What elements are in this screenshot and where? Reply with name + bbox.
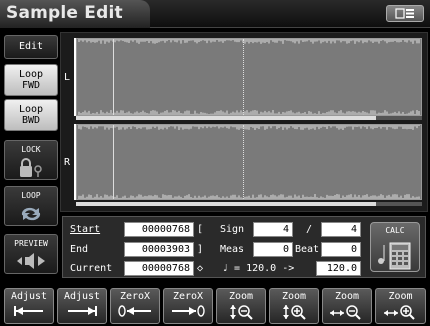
center-dotted-line-right [243, 125, 244, 199]
f6-label: Zoom [281, 291, 307, 302]
loop-button[interactable]: LOOP [4, 186, 58, 226]
lock-label: LOCK [21, 145, 41, 154]
loop-fwd-button[interactable]: Loop FWD [4, 64, 58, 96]
zoom-vertical-in-icon [283, 305, 306, 320]
waveform-right[interactable] [76, 124, 422, 200]
scrollbar-thumb-left[interactable] [76, 116, 376, 120]
calc-button[interactable]: CALC [370, 222, 420, 272]
edit-label: Edit [18, 41, 44, 52]
meas-label: Meas [220, 244, 245, 255]
menu-icon [395, 8, 414, 19]
channel-label-left: L [64, 72, 71, 83]
meas-field[interactable]: 0 [253, 242, 293, 257]
loop-label: LOOP [21, 191, 41, 200]
zoom-vertical-out-button[interactable]: Zoom [216, 288, 266, 324]
channel-label-right: R [64, 157, 71, 168]
sign-numerator-field[interactable]: 4 [253, 222, 293, 237]
start-bracket-icon: [ [197, 224, 204, 235]
zerox-left-button[interactable]: ZeroX [110, 288, 160, 324]
end-label: End [70, 244, 89, 255]
f4-label: ZeroX [172, 291, 204, 302]
loop-icon [21, 207, 41, 221]
adjust-start-button[interactable]: Adjust [4, 288, 54, 324]
start-label: Start [70, 224, 101, 235]
zoom-horizontal-out-icon [330, 305, 361, 320]
scrollbar-left[interactable] [76, 116, 422, 120]
sign-label: Sign [220, 224, 245, 235]
current-label: Current [70, 263, 113, 274]
zero-cross-right-icon [172, 305, 205, 317]
calc-label: CALC [385, 226, 405, 235]
start-field[interactable]: 00000768 [124, 222, 194, 237]
zoom-horizontal-in-icon [383, 305, 415, 320]
current-diamond-icon: ◇ [197, 263, 204, 274]
preview-button[interactable]: PREVIEW [4, 234, 58, 274]
lock-button[interactable]: LOCK [4, 140, 58, 180]
speaker-icon [17, 253, 45, 269]
f2-label: Adjust [63, 291, 101, 302]
waveform-left[interactable] [76, 38, 422, 116]
calculator-icon [378, 242, 411, 270]
center-dotted-line-left [243, 39, 244, 115]
arrow-right-bar-icon [68, 306, 97, 316]
end-field[interactable]: 00003903 [124, 242, 194, 257]
title-bar: Sample Edit [0, 0, 430, 28]
sign-separator: / [306, 224, 313, 235]
f5-label: Zoom [228, 291, 254, 302]
waveform-right-plot [78, 125, 420, 199]
tempo-text: ♩ = 120.0 -> [222, 263, 295, 274]
lock-icon [20, 158, 42, 177]
loop-fwd-label-2: FWD [21, 80, 41, 91]
zoom-vertical-in-button[interactable]: Zoom [269, 288, 319, 324]
zerox-right-button[interactable]: ZeroX [163, 288, 213, 324]
zoom-horizontal-out-button[interactable]: Zoom [322, 288, 372, 324]
menu-button[interactable] [386, 5, 424, 22]
adjust-end-button[interactable]: Adjust [57, 288, 107, 324]
scrollbar-thumb-right[interactable] [76, 202, 376, 206]
edit-button[interactable]: Edit [4, 35, 58, 59]
zoom-vertical-out-icon [230, 305, 253, 320]
current-position-line-left [113, 39, 114, 115]
loop-bwd-label-2: BWD [21, 115, 41, 126]
loop-bwd-label-1: Loop [18, 104, 44, 115]
beat-label: Beat [295, 244, 320, 255]
beat-field[interactable]: 0 [321, 242, 361, 257]
waveform-left-plot [78, 39, 420, 115]
end-bracket-icon: ] [197, 244, 204, 255]
current-field[interactable]: 00000768 [124, 261, 194, 276]
f3-label: ZeroX [119, 291, 151, 302]
loop-bwd-button[interactable]: Loop BWD [4, 99, 58, 131]
zoom-horizontal-in-button[interactable]: Zoom [375, 288, 426, 324]
f1-label: Adjust [10, 291, 48, 302]
arrow-left-bar-icon [14, 306, 43, 316]
current-position-line-right [113, 125, 114, 199]
preview-label: PREVIEW [14, 239, 48, 248]
f8-label: Zoom [388, 291, 413, 302]
window-title: Sample Edit [6, 3, 123, 23]
loop-fwd-label-1: Loop [18, 69, 44, 80]
function-key-bar: Adjust Adjust ZeroX ZeroX Zoom Zoom Zoom… [0, 286, 430, 326]
tempo-field[interactable]: 120.0 [316, 261, 361, 276]
zero-cross-left-icon [118, 305, 151, 317]
f7-label: Zoom [334, 291, 360, 302]
sign-denominator-field[interactable]: 4 [321, 222, 361, 237]
scrollbar-right[interactable] [76, 202, 422, 206]
